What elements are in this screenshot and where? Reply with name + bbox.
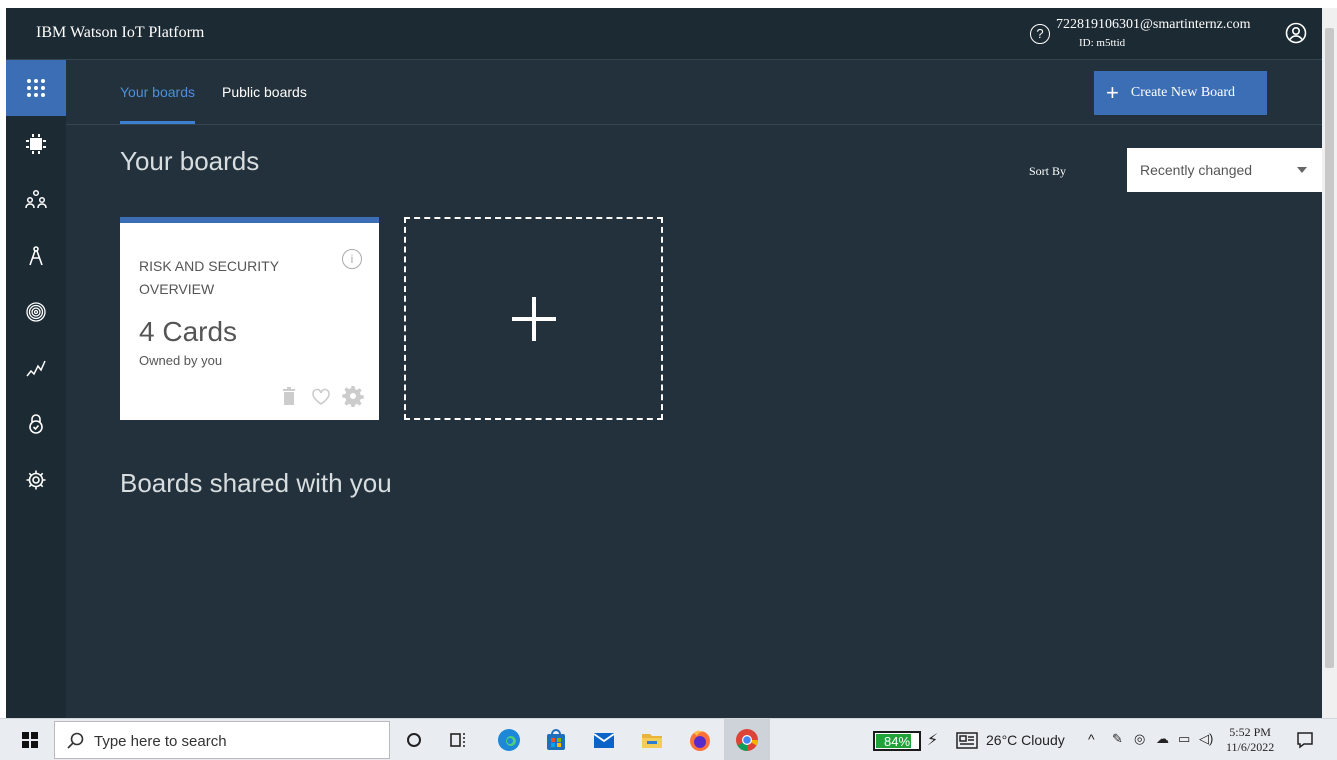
microsoft-store-icon[interactable] [544, 728, 568, 752]
help-icon[interactable]: ? [1030, 24, 1050, 44]
info-icon[interactable]: i [342, 249, 362, 269]
app-window: IBM Watson IoT Platform ? 722819106301@s… [6, 8, 1322, 718]
fingerprint-icon [26, 302, 46, 322]
nav-members[interactable] [6, 172, 66, 228]
vertical-scrollbar[interactable] [1322, 8, 1337, 718]
shared-boards-title: Boards shared with you [120, 468, 392, 498]
taskbar-search-placeholder: Type here to search [94, 733, 227, 750]
usage-chart-icon [26, 360, 46, 377]
board-actions [278, 385, 364, 407]
top-bar: IBM Watson IoT Platform ? 722819106301@s… [6, 8, 1322, 60]
clock-time: 5:52 PM [1229, 725, 1271, 739]
security-lock-icon [29, 414, 43, 434]
volume-icon[interactable]: ◁) [1199, 731, 1213, 747]
tab-public-boards[interactable]: Public boards [222, 84, 307, 100]
sort-label: Sort By [1029, 164, 1067, 178]
chevron-down-icon [1297, 167, 1307, 173]
meet-now-icon[interactable]: ◎ [1134, 731, 1145, 747]
trash-icon[interactable] [278, 385, 300, 407]
chrome-icon[interactable] [735, 728, 759, 752]
nav-apps[interactable] [6, 60, 66, 116]
user-id: ID: m5ttid [1079, 37, 1126, 49]
clock-date: 11/6/2022 [1226, 740, 1275, 754]
system-clock[interactable]: 5:52 PM 11/6/2022 [1226, 725, 1274, 755]
plus-icon: + [1106, 80, 1119, 105]
firefox-icon[interactable] [688, 728, 712, 752]
nav-settings[interactable] [6, 452, 66, 508]
windows-start-icon[interactable] [22, 732, 38, 748]
sort-selected-value: Recently changed [1140, 162, 1253, 178]
board-title: RISK AND SECURITY OVERVIEW [139, 258, 279, 297]
create-new-board-button[interactable]: + Create New Board [1094, 71, 1267, 115]
add-board-tile[interactable] [404, 217, 663, 420]
side-navigation [6, 60, 66, 718]
chevron-up-icon[interactable]: ^ [1088, 731, 1095, 747]
weather-status[interactable]: 26°C Cloudy [986, 732, 1065, 748]
sort-dropdown[interactable]: Recently changed [1127, 148, 1322, 192]
scrollbar-thumb[interactable] [1325, 28, 1334, 668]
settings-gear-icon [26, 470, 46, 490]
brand-title[interactable]: IBM Watson IoT Platform [36, 24, 204, 42]
user-email[interactable]: 722819106301@smartinternz.com [1056, 17, 1250, 33]
create-new-board-label: Create New Board [1130, 85, 1236, 100]
heart-icon[interactable] [310, 385, 332, 407]
network-icon[interactable]: ▭ [1178, 731, 1190, 747]
nav-rules[interactable] [6, 228, 66, 284]
plus-icon [511, 296, 556, 341]
apps-grid-icon [27, 79, 45, 97]
battery-indicator[interactable]: 84% [873, 731, 921, 751]
windows-taskbar: Type here to search 84% ⚡ 26°C Cloudy ^ … [0, 718, 1337, 760]
board-card-count: 4 Cards [139, 316, 238, 347]
board-owner: Owned by you [139, 353, 223, 368]
news-widget-icon[interactable] [956, 732, 978, 749]
mail-icon[interactable] [592, 728, 616, 752]
task-view-icon[interactable] [446, 728, 470, 752]
edge-browser-icon[interactable] [497, 728, 521, 752]
taskbar-search-box[interactable]: Type here to search [54, 721, 390, 759]
nav-access[interactable] [6, 396, 66, 452]
rules-compass-icon [29, 246, 43, 266]
account-icon[interactable] [1285, 22, 1307, 44]
charging-plug-icon: ⚡ [927, 732, 939, 749]
file-explorer-icon[interactable] [640, 728, 664, 752]
nav-devices[interactable] [6, 116, 66, 172]
battery-percent: 84% [883, 734, 911, 749]
chip-icon [26, 134, 46, 154]
page-title: Your boards [120, 146, 260, 176]
notifications-icon[interactable] [1296, 731, 1314, 749]
board-card[interactable]: RISK AND SECURITY OVERVIEW i 4 Cards Own… [120, 217, 379, 420]
members-icon [25, 189, 47, 209]
tab-your-boards[interactable]: Your boards [120, 84, 195, 100]
cloud-sync-icon[interactable]: ☁ [1156, 731, 1169, 747]
pen-icon[interactable]: ✎ [1112, 731, 1123, 747]
nav-security[interactable] [6, 284, 66, 340]
search-icon [67, 732, 84, 749]
gear-icon[interactable] [342, 385, 364, 407]
active-tab-indicator [120, 121, 195, 124]
cortana-icon[interactable] [402, 728, 426, 752]
nav-usage[interactable] [6, 340, 66, 396]
